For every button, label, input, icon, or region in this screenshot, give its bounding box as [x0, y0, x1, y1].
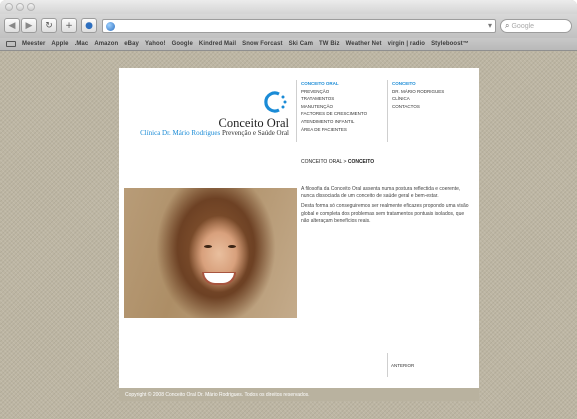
- breadcrumb-parent[interactable]: Conceito Oral: [301, 159, 342, 165]
- smiling-woman-photo: [124, 188, 297, 318]
- menu-item-conceito-oral[interactable]: Conceito Oral: [301, 80, 367, 88]
- forward-arrow-icon: ▶: [25, 20, 33, 31]
- content-paragraph: Desta forma só conseguiremos ser realmen…: [301, 203, 469, 224]
- sub-menu: Conceito Dr. Mário Rodrigues Clínica Con…: [392, 80, 444, 110]
- close-window-button[interactable]: [5, 3, 13, 11]
- title-bar: [0, 0, 577, 14]
- zoom-window-button[interactable]: [27, 3, 35, 11]
- site-favicon-icon: [106, 22, 115, 31]
- bookmark-item[interactable]: eBay: [124, 41, 139, 47]
- bookmark-item[interactable]: Yahoo!: [145, 41, 166, 47]
- add-bookmark-button[interactable]: +: [61, 18, 77, 33]
- breadcrumb: Conceito Oral > Conceito: [301, 159, 374, 165]
- submenu-item-contactos[interactable]: Contactos: [392, 103, 444, 111]
- menu-item-atendimento[interactable]: Atendimento Infantil: [301, 118, 367, 126]
- globe-icon: ●: [85, 20, 93, 31]
- submenu-item-dr[interactable]: Dr. Mário Rodrigues: [392, 88, 444, 96]
- bookmark-item[interactable]: Google: [172, 41, 193, 47]
- submenu-item-clinica[interactable]: Clínica: [392, 95, 444, 103]
- menu-item-prevencao[interactable]: Prevenção: [301, 88, 367, 96]
- menu-item-factores[interactable]: Factores de Crescimento: [301, 110, 367, 118]
- logo-tagline: Prevenção e Saúde Oral: [220, 129, 289, 137]
- menu-item-tratamentos[interactable]: Tratamentos: [301, 95, 367, 103]
- bookmark-item[interactable]: Weather Net: [346, 41, 382, 47]
- address-bar[interactable]: ▾: [102, 19, 496, 33]
- content-paragraph: A filosofia da Conceito Oral assenta num…: [301, 186, 461, 200]
- browser-window: ◀ ▶ ↻ + ● ▾ ⌕ Google Meester Apple .Mac …: [0, 0, 577, 419]
- logo-c-icon[interactable]: [264, 90, 288, 114]
- content-text: A filosofia da Conceito Oral assenta num…: [301, 186, 471, 228]
- bookmark-item[interactable]: Kindred Mail: [199, 41, 236, 47]
- back-button[interactable]: ◀: [4, 18, 20, 33]
- site-page: Conceito Oral Clínica Dr. Mário Rodrigue…: [119, 68, 479, 401]
- submenu-divider: [387, 80, 388, 142]
- minimize-window-button[interactable]: [16, 3, 24, 11]
- bookmark-item[interactable]: Styleboost™: [431, 41, 469, 47]
- reload-button[interactable]: ↻: [41, 18, 57, 33]
- submenu-item-conceito[interactable]: Conceito: [392, 80, 444, 88]
- menu-divider: [296, 80, 297, 142]
- main-menu: Conceito Oral Prevenção Tratamentos Manu…: [301, 80, 367, 133]
- bookmark-item[interactable]: .Mac: [75, 41, 89, 47]
- clinic-name: Clínica Dr. Mário Rodrigues: [140, 129, 221, 137]
- dropdown-arrow-icon[interactable]: ▾: [488, 21, 492, 30]
- bookmark-item[interactable]: Snow Forcast: [242, 41, 283, 47]
- site-footer: Copyright © 2008 Conceito Oral Dr. Mário…: [119, 388, 479, 401]
- photo-eye: [228, 245, 236, 248]
- previous-link[interactable]: Anterior: [391, 363, 414, 368]
- forward-button[interactable]: ▶: [21, 18, 37, 33]
- logo-subtitle: Clínica Dr. Mário Rodrigues Prevenção e …: [119, 129, 289, 137]
- browser-toolbar: ◀ ▶ ↻ + ● ▾ ⌕ Google: [0, 14, 577, 38]
- plus-icon: +: [65, 20, 73, 31]
- footer-nav-divider: [387, 353, 388, 377]
- bookmark-item[interactable]: virgin | radio: [388, 41, 425, 47]
- back-arrow-icon: ◀: [8, 20, 16, 31]
- menu-item-manutencao[interactable]: Manutenção: [301, 103, 367, 111]
- photo-eye: [204, 245, 212, 248]
- page-icon-button[interactable]: ●: [81, 18, 97, 33]
- copyright-text: Copyright © 2008 Conceito Oral Dr. Mário…: [125, 391, 310, 398]
- bookmark-item[interactable]: Apple: [51, 41, 68, 47]
- bookmark-item[interactable]: TW Biz: [319, 41, 340, 47]
- photo-smile: [202, 272, 236, 285]
- bookmarks-bar: Meester Apple .Mac Amazon eBay Yahoo! Go…: [0, 38, 577, 51]
- bookmarks-book-icon[interactable]: [6, 41, 16, 47]
- bookmark-item[interactable]: Ski Cam: [289, 41, 313, 47]
- menu-item-area-pacientes[interactable]: Área de Pacientes: [301, 126, 367, 134]
- bookmark-item[interactable]: Meester: [22, 41, 45, 47]
- search-icon: ⌕: [505, 21, 510, 30]
- reload-icon: ↻: [45, 20, 53, 31]
- bookmark-item[interactable]: Amazon: [94, 41, 118, 47]
- breadcrumb-current: Conceito: [347, 159, 375, 165]
- search-placeholder: Google: [511, 22, 535, 30]
- search-input[interactable]: ⌕ Google: [500, 19, 572, 33]
